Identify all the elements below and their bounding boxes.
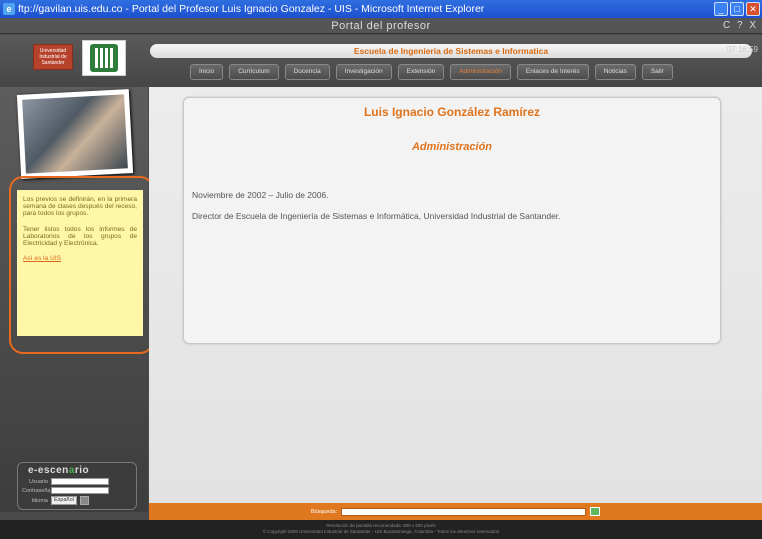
footer-copyright: © Copyright 2006 Universidad Industrial …	[262, 529, 500, 534]
period-text: Noviembre de 2002 – Julio de 2006.	[192, 190, 329, 200]
notice-text-2: Tener listos todos los informes de Labor…	[23, 225, 137, 248]
user-field[interactable]	[51, 478, 109, 485]
nav-salir[interactable]: Salir	[641, 64, 673, 80]
professor-photo	[16, 89, 134, 179]
portal-controls[interactable]: C ? X	[723, 18, 758, 34]
uis-logo[interactable]: Universidad Industrial de Santander	[33, 44, 73, 70]
nav-enlaces[interactable]: Enlaces de Interés	[516, 64, 589, 80]
window-controls: _ □ ✕	[714, 2, 760, 16]
nav-noticias[interactable]: Noticias	[594, 64, 636, 80]
login-box: e-escenario Usuario Contraseña Idioma Esp…	[17, 462, 137, 510]
main-nav: Inicio Curriculum Docencia Investigación…	[190, 64, 673, 80]
uis-link[interactable]: Así es la UIS	[23, 255, 61, 262]
window-title: ftp://gavilan.uis.edu.co - Portal del Pr…	[18, 3, 485, 15]
nav-inicio[interactable]: Inicio	[190, 64, 224, 80]
language-select[interactable]: Español	[51, 496, 77, 505]
maximize-icon[interactable]: □	[730, 2, 744, 16]
search-input[interactable]	[341, 507, 587, 516]
nav-extension[interactable]: Extensión	[397, 64, 445, 80]
login-go-button[interactable]	[80, 496, 89, 505]
position-text: Director de Escuela de Ingeniería de Sis…	[192, 211, 561, 221]
portal-topbar: Portal del profesor C ? X	[0, 18, 762, 34]
portal-title: Portal del profesor	[331, 20, 431, 32]
search-go-button[interactable]	[590, 507, 601, 516]
nav-docencia[interactable]: Docencia	[284, 64, 330, 80]
ie-icon: e	[3, 3, 15, 15]
nav-curriculum[interactable]: Curriculum	[229, 64, 279, 80]
close-icon[interactable]: ✕	[746, 2, 760, 16]
language-label: Idioma	[31, 497, 48, 504]
search-label: Búsqueda:	[310, 508, 338, 515]
minimize-icon[interactable]: _	[714, 2, 728, 16]
notice-text-1: Los previos se definirán, en la primera …	[23, 196, 137, 218]
password-field[interactable]	[51, 487, 109, 494]
school-banner: Escuela de Ingenieria de Sistemas e Info…	[150, 44, 752, 58]
search-bar: Búsqueda:	[149, 503, 762, 520]
footer: Resolución de pantalla recomendada: 800 …	[0, 520, 762, 539]
nav-administracion[interactable]: Administración	[450, 64, 511, 80]
notice-note: Los previos se definirán, en la primera …	[17, 190, 143, 336]
browser-window: e ftp://gavilan.uis.edu.co - Portal del …	[0, 0, 762, 539]
e-escenario-logo: e-escenario	[28, 465, 90, 476]
professor-name: Luis Ignacio González Ramírez	[363, 105, 541, 119]
title-bar: e ftp://gavilan.uis.edu.co - Portal del …	[0, 0, 762, 18]
password-label: Contraseña	[22, 487, 51, 494]
user-label: Usuario	[29, 478, 48, 485]
section-title: Administración	[411, 141, 493, 153]
clock: 07:16:59	[726, 45, 758, 54]
uis-emblem-icon	[82, 40, 126, 76]
nav-investigacion[interactable]: Investigación	[335, 64, 392, 80]
